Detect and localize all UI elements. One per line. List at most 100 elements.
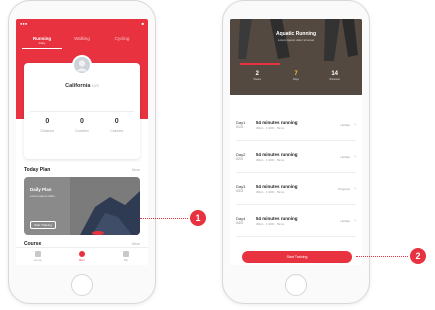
tab-walking[interactable]: Walking [62, 35, 102, 49]
chevron-right-icon: › [354, 217, 356, 224]
hero-subtitle: Lorem ipsum dolor sit amet [277, 38, 315, 42]
stat-distance-label: Distance [40, 129, 55, 133]
bottom-tab-me[interactable]: Me [104, 248, 148, 265]
home-button[interactable] [71, 274, 93, 296]
plan-card-subtitle: Lorem ipsum dolor [30, 194, 55, 198]
hero-stat-weeks: 2 Weeks [238, 71, 277, 89]
profile-name-line: California LV2 [24, 83, 140, 89]
start-training-button[interactable]: Start Training [30, 221, 56, 229]
tab-cycling[interactable]: Cycling [102, 35, 142, 49]
row-title: 54 minutes running [256, 119, 298, 125]
list-item[interactable]: Day4 04/3 54 minutes running 30km · 1:30/… [236, 205, 356, 237]
stat-calories-label: Calories [110, 129, 124, 133]
stat-duration-value: 0 [80, 118, 84, 125]
callout-2-leader-line [356, 256, 408, 257]
list-item[interactable]: Day2 02/3 54 minutes running 30km · 1:30/… [236, 141, 356, 173]
callout-badge-2: 2 [410, 248, 426, 264]
row-day-number: 03/3 [236, 188, 243, 193]
row-status: Update [340, 122, 350, 127]
bottom-tab-bar: Home Run Me [16, 247, 148, 265]
row-day-label: Day4 [236, 215, 246, 221]
row-status: Update [340, 154, 350, 159]
bottom-tab-me-label: Me [123, 258, 129, 262]
plan-card-title: Daily Plan [30, 187, 52, 192]
row-body: 54 minutes running 30km · 1:30/h · 6kms [252, 184, 330, 194]
home-icon [35, 251, 41, 257]
hero-stat-days-value: 7 [294, 71, 298, 77]
row-body: 54 minutes running 30km · 1:30/h · 6kms [252, 152, 330, 162]
row-day-label: Day2 [236, 151, 246, 157]
hero-stat-weeks-label: Weeks [253, 78, 262, 81]
stat-calories-value: 0 [114, 118, 119, 125]
row-day: Day4 04/3 [236, 216, 252, 226]
callout-1-leader-line [140, 218, 188, 219]
phone-frame-plan: Aquatic Running Lorem ipsum dolor sit am… [222, 0, 370, 304]
list-item[interactable]: Day3 03/3 54 minutes running 30km · 1:30/… [236, 173, 356, 205]
profile-icon [123, 251, 129, 257]
row-meta: 30km · 1:30/h · 6kms [256, 221, 285, 226]
home-button[interactable] [285, 274, 307, 296]
profile-card: California LV2 0 Distance 0 Duration 0 C… [24, 55, 140, 159]
tab-running-sub: Daily [38, 41, 46, 45]
today-plan-title: Today Plan [24, 167, 51, 173]
row-day: Day3 03/3 [236, 184, 252, 194]
row-title: 54 minutes running [256, 215, 298, 221]
hero-stat-workouts-label: Workouts [329, 78, 340, 81]
bottom-tab-run-label: Run [79, 258, 85, 262]
status-bar: ●●● ■ [20, 21, 144, 27]
battery-icon: ■ [141, 21, 144, 26]
today-plan-more-link[interactable]: More [132, 168, 140, 172]
profile-name: California [65, 83, 91, 89]
row-title: 54 minutes running [256, 151, 298, 157]
today-plan-card[interactable]: Daily Plan Lorem ipsum dolor Start Train… [24, 177, 140, 235]
row-day-label: Day3 [236, 183, 246, 189]
row-day: Day1 01/3 [236, 120, 252, 130]
stat-duration: 0 Duration [65, 112, 100, 151]
bottom-tab-home[interactable]: Home [16, 248, 60, 265]
start-training-cta-button[interactable]: Start Training [242, 251, 352, 263]
chevron-right-icon: › [354, 153, 356, 160]
row-meta: 30km · 1:30/h · 6kms [256, 125, 285, 130]
row-day: Day2 02/3 [236, 152, 252, 162]
list-item[interactable]: Day1 01/3 54 minutes running 30km · 1:30/… [236, 109, 356, 141]
hero-stat-days-label: Days [293, 78, 299, 81]
runner-image [70, 177, 140, 235]
row-meta: 30km · 1:30/h · 6kms [256, 157, 285, 162]
row-status: Progress [337, 186, 350, 191]
stat-duration-label: Duration [75, 129, 89, 133]
stats-row: 0 Distance 0 Duration 0 Calories [30, 111, 134, 151]
run-icon [79, 251, 85, 257]
hero-stat-days: 7 Days [277, 71, 316, 89]
home-screen: ●●● ■ Running Daily Walking Cycling Cali… [16, 19, 148, 265]
hero-stat-workouts-value: 14 [331, 71, 339, 77]
bottom-tab-run[interactable]: Run [60, 248, 104, 265]
course-more-link[interactable]: More [132, 242, 140, 246]
tab-running[interactable]: Running Daily [22, 35, 62, 49]
row-title: 54 minutes running [256, 183, 298, 189]
tab-cycling-label: Cycling [114, 36, 130, 41]
phone-frame-home: ●●● ■ Running Daily Walking Cycling Cali… [8, 0, 156, 304]
row-day-number: 04/3 [236, 220, 243, 225]
avatar[interactable] [72, 55, 92, 75]
hero-stats: 2 Weeks 7 Days 14 Workouts [238, 71, 354, 89]
row-status: Update [340, 218, 350, 223]
plan-hero: Aquatic Running Lorem ipsum dolor sit am… [230, 19, 362, 95]
hero-stat-workouts: 14 Workouts [315, 71, 354, 89]
plan-progress-bar [240, 63, 280, 65]
signal-icon: ●●● [20, 21, 28, 26]
plan-screen: Aquatic Running Lorem ipsum dolor sit am… [230, 19, 362, 265]
row-day-label: Day1 [236, 119, 246, 125]
hero-stat-weeks-value: 2 [255, 71, 259, 77]
workout-list: Day1 01/3 54 minutes running 30km · 1:30/… [236, 109, 356, 237]
row-day-number: 01/3 [236, 124, 243, 129]
tab-walking-label: Walking [74, 36, 90, 41]
row-body: 54 minutes running 30km · 1:30/h · 6kms [252, 216, 330, 226]
row-meta: 30km · 1:30/h · 6kms [256, 189, 285, 194]
row-day-number: 02/3 [236, 156, 243, 161]
chevron-right-icon: › [354, 121, 356, 128]
row-body: 54 minutes running 30km · 1:30/h · 6kms [252, 120, 330, 130]
callout-badge-1: 1 [190, 210, 206, 226]
bottom-tab-home-label: Home [33, 258, 42, 262]
level-badge: LV2 [92, 83, 99, 88]
hero-title: Aquatic Running [276, 31, 316, 37]
